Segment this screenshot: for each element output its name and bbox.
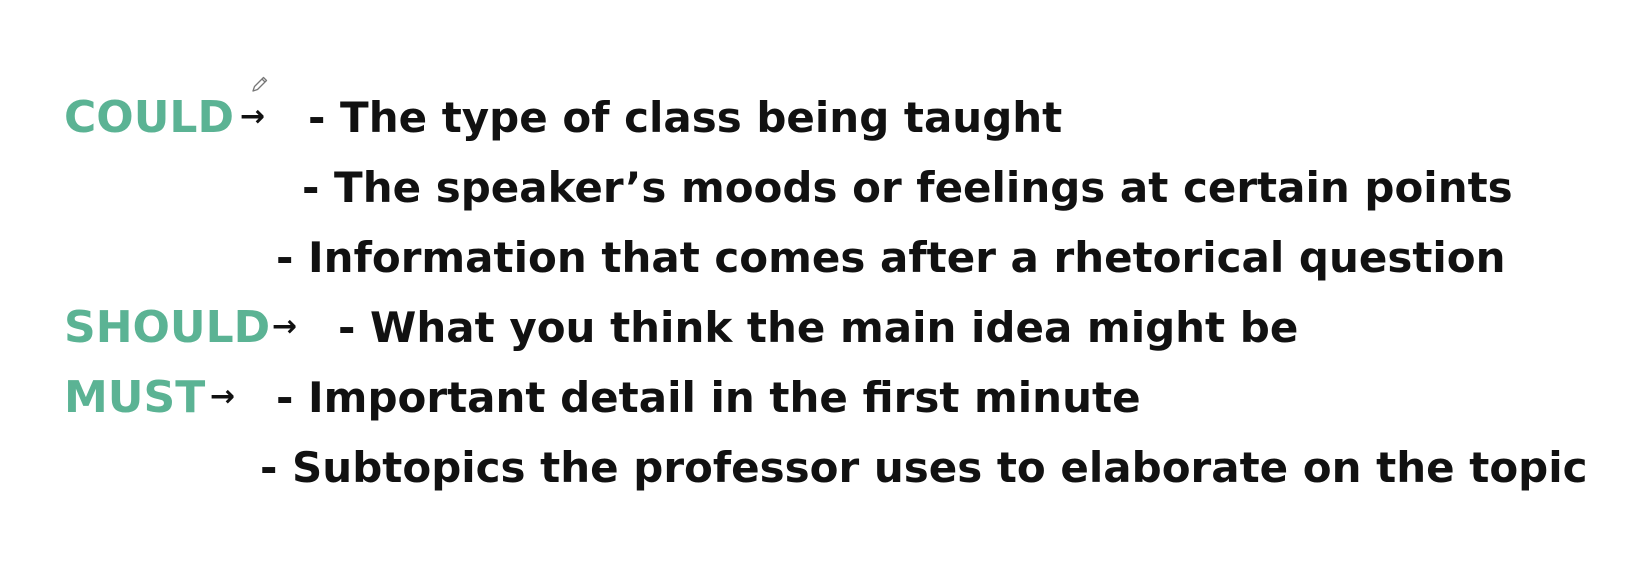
must-item-2: - Subtopics the professor uses to elabor… <box>260 443 1588 492</box>
pencil-icon <box>252 76 268 92</box>
keyword-should: SHOULD <box>64 302 271 353</box>
must-item-1: - Important detail in the first minute <box>276 373 1141 422</box>
keyword-must: MUST <box>64 372 206 423</box>
should-item-1: - What you think the main idea might be <box>338 303 1299 352</box>
arrow-icon: → <box>272 309 298 344</box>
could-item-2: - The speaker’s moods or feelings at cer… <box>302 163 1513 212</box>
arrow-icon: → <box>210 379 236 414</box>
slide: COULD → - The type of class being taught… <box>0 0 1628 580</box>
could-item-1: - The type of class being taught <box>308 93 1063 142</box>
arrow-icon: → <box>240 99 266 134</box>
keyword-could: COULD <box>64 92 234 143</box>
could-item-3: - Information that comes after a rhetori… <box>276 233 1506 282</box>
